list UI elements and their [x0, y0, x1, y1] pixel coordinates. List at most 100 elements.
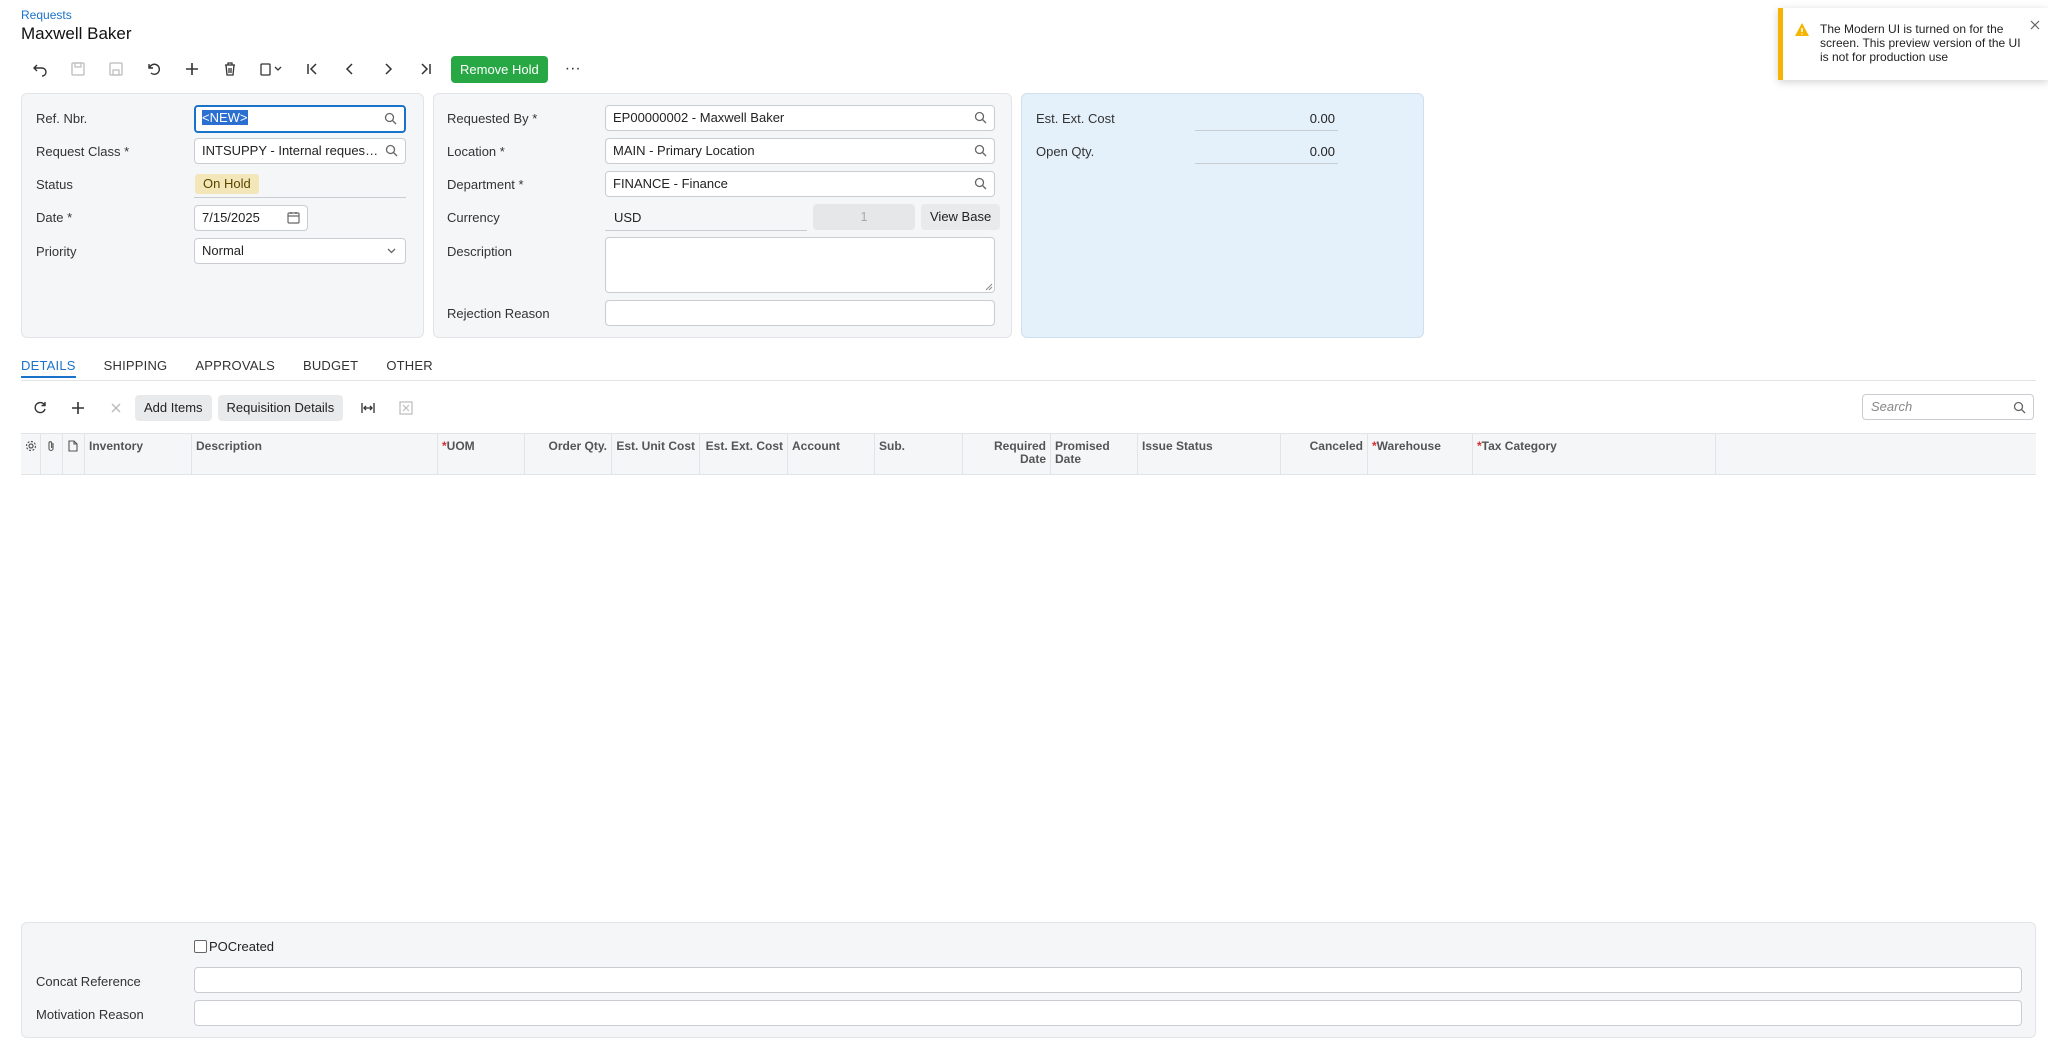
grid-header: *Inventory Description *UOM Order Qty. E…: [21, 433, 2036, 475]
search-icon[interactable]: [385, 144, 398, 157]
request-class-label: Request Class *: [36, 144, 130, 159]
add-icon[interactable]: [173, 56, 211, 82]
col-issue-status[interactable]: Issue Status: [1138, 434, 1281, 474]
grid-toolbar: Add Items Requisition Details: [21, 394, 425, 422]
col-description-label: Description: [196, 439, 263, 453]
col-sub[interactable]: Sub.: [875, 434, 963, 474]
department-label: Department *: [447, 177, 524, 192]
save-close-icon[interactable]: [97, 56, 135, 82]
delete-row-icon[interactable]: [97, 395, 135, 421]
location-label: Location *: [447, 144, 505, 159]
fit-columns-icon[interactable]: [349, 395, 387, 421]
date-value: 7/15/2025: [202, 210, 260, 225]
search-icon[interactable]: [384, 112, 397, 125]
toast-message: The Modern UI is turned on for the scree…: [1820, 22, 2021, 64]
breadcrumb[interactable]: Requests: [21, 8, 72, 22]
request-class-field[interactable]: INTSUPPY - Internal request f...: [194, 138, 406, 164]
resize-handle-icon[interactable]: [985, 283, 993, 291]
description-label: Description: [447, 244, 513, 259]
location-field[interactable]: MAIN - Primary Location: [605, 138, 995, 164]
col-warehouse[interactable]: *Warehouse: [1368, 434, 1473, 474]
col-est-ext-cost[interactable]: Est. Ext. Cost: [700, 434, 788, 474]
search-icon[interactable]: [974, 177, 987, 190]
add-items-button[interactable]: Add Items: [135, 395, 212, 421]
status-underline: [194, 197, 406, 198]
col-est-unit-cost[interactable]: Est. Unit Cost: [612, 434, 700, 474]
tab-other[interactable]: OTHER: [386, 358, 433, 378]
back-icon[interactable]: [21, 56, 59, 82]
refresh-icon[interactable]: [21, 395, 59, 421]
paperclip-icon: [48, 441, 54, 452]
po-created-checkbox[interactable]: [194, 940, 207, 953]
col-promised-date-label: Promised Date: [1055, 439, 1110, 466]
col-account[interactable]: Account: [788, 434, 875, 474]
request-class-value: INTSUPPY - Internal request f...: [202, 143, 387, 158]
delete-icon[interactable]: [211, 56, 249, 82]
col-account-label: Account: [792, 439, 840, 453]
rejection-reason-label: Rejection Reason: [447, 306, 550, 321]
location-value: MAIN - Primary Location: [613, 143, 755, 158]
tab-budget[interactable]: BUDGET: [303, 358, 358, 378]
open-qty-underline: [1195, 163, 1338, 164]
last-record-icon[interactable]: [407, 56, 445, 82]
col-uom-label: UOM: [446, 439, 475, 453]
search-icon[interactable]: [974, 111, 987, 124]
rejection-reason-field[interactable]: [605, 300, 995, 326]
more-actions-icon[interactable]: ···: [554, 56, 592, 82]
requested-by-field[interactable]: EP00000002 - Maxwell Baker: [605, 105, 995, 131]
close-icon[interactable]: [2030, 20, 2040, 30]
priority-value: Normal: [202, 243, 244, 258]
next-record-icon[interactable]: [369, 56, 407, 82]
tab-details[interactable]: DETAILS: [21, 358, 76, 378]
requisition-details-button[interactable]: Requisition Details: [217, 395, 344, 421]
concat-reference-label: Concat Reference: [36, 974, 141, 989]
col-description[interactable]: Description: [192, 434, 438, 474]
date-label: Date *: [36, 210, 73, 225]
clipboard-dropdown-icon[interactable]: [249, 56, 293, 82]
export-excel-icon[interactable]: [387, 395, 425, 421]
col-required-date[interactable]: Required Date: [963, 434, 1051, 474]
tab-approvals[interactable]: APPROVALS: [195, 358, 275, 378]
currency-value[interactable]: USD: [614, 210, 641, 225]
attachment-column[interactable]: [41, 434, 63, 474]
view-base-button[interactable]: View Base: [921, 204, 1001, 230]
grid-settings-column[interactable]: [21, 434, 41, 474]
col-promised-date[interactable]: Promised Date: [1051, 434, 1138, 474]
priority-label: Priority: [36, 244, 77, 259]
col-uom[interactable]: *UOM: [438, 434, 525, 474]
motivation-reason-label: Motivation Reason: [36, 1007, 144, 1022]
remove-hold-button[interactable]: Remove Hold: [451, 55, 548, 83]
currency-label: Currency: [447, 210, 500, 225]
col-canceled-label: Canceled: [1309, 439, 1363, 453]
col-canceled[interactable]: Canceled: [1281, 434, 1368, 474]
department-field[interactable]: FINANCE - Finance: [605, 171, 995, 197]
previous-record-icon[interactable]: [331, 56, 369, 82]
motivation-reason-field[interactable]: [194, 1000, 2022, 1026]
search-icon[interactable]: [2013, 401, 2026, 414]
calendar-icon[interactable]: [287, 211, 300, 224]
col-est-ext-cost-label: Est. Ext. Cost: [705, 439, 783, 453]
priority-select[interactable]: Normal: [194, 238, 406, 264]
add-row-icon[interactable]: [59, 395, 97, 421]
note-column[interactable]: [63, 434, 85, 474]
grid-search-input[interactable]: Search: [1862, 394, 2034, 420]
po-created-label: POCreated: [209, 939, 275, 954]
col-tax-category[interactable]: *Tax Category: [1473, 434, 1716, 474]
tab-divider: [21, 380, 2036, 381]
col-required-date-label: Required Date: [993, 439, 1046, 466]
undo-icon[interactable]: [135, 56, 173, 82]
col-inventory[interactable]: *Inventory: [85, 434, 192, 474]
col-order-qty-label: Order Qty.: [548, 439, 607, 453]
tab-shipping[interactable]: SHIPPING: [104, 358, 168, 378]
col-warehouse-label: Warehouse: [1376, 439, 1441, 453]
col-order-qty[interactable]: Order Qty.: [525, 434, 612, 474]
description-textarea[interactable]: [605, 237, 995, 293]
search-icon[interactable]: [974, 144, 987, 157]
date-field[interactable]: 7/15/2025: [194, 205, 308, 231]
save-icon[interactable]: [59, 56, 97, 82]
currency-underline: [605, 230, 807, 231]
ref-nbr-field[interactable]: <NEW>: [194, 105, 406, 133]
first-record-icon[interactable]: [293, 56, 331, 82]
col-sub-label: Sub.: [879, 439, 905, 453]
concat-reference-field[interactable]: [194, 967, 2022, 993]
